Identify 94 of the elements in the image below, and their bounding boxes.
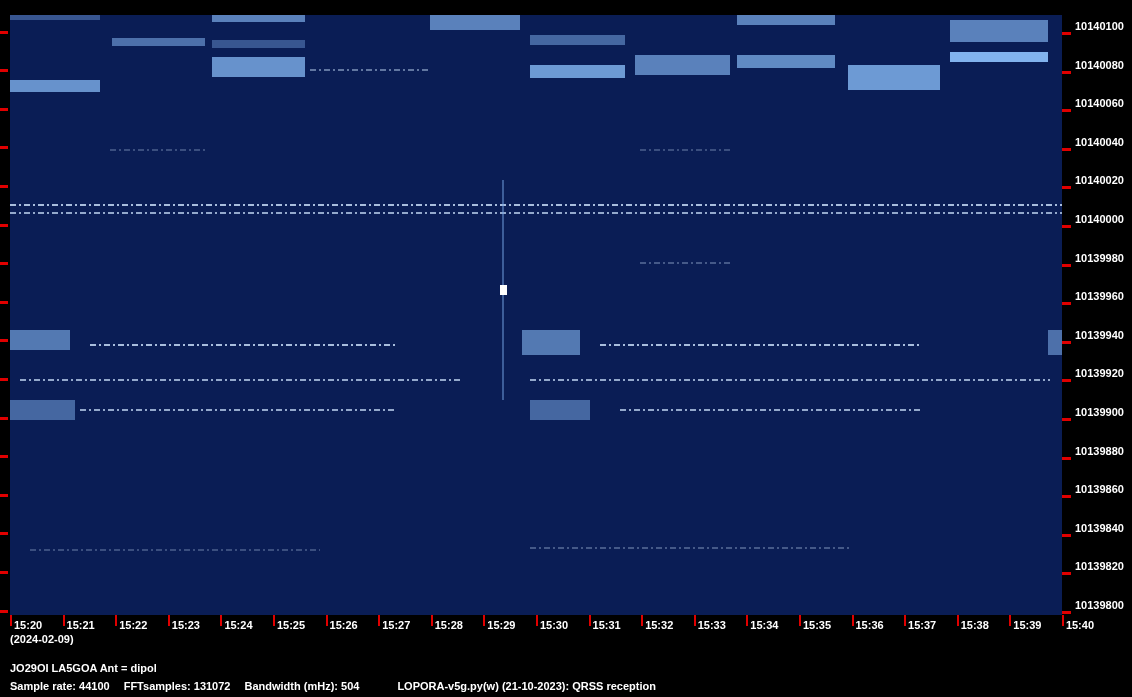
axis-tick	[483, 615, 486, 626]
axis-tick	[0, 609, 8, 613]
axis-tick	[1062, 456, 1071, 460]
axis-tick	[167, 615, 170, 626]
axis-tick	[0, 493, 8, 497]
time-label: 15:37	[908, 619, 937, 631]
axis-tick	[10, 615, 12, 626]
axis-tick	[1062, 379, 1071, 383]
axis-tick	[1062, 340, 1071, 344]
axis-tick	[1062, 109, 1071, 113]
axis-tick	[956, 615, 959, 626]
axis-tick	[535, 615, 538, 626]
axis-tick	[1062, 417, 1071, 421]
time-label: 15:27	[382, 619, 411, 631]
axis-tick	[0, 416, 8, 420]
axis-tick	[1062, 572, 1071, 576]
axis-tick	[1062, 495, 1071, 499]
time-label: 15:31	[592, 619, 621, 631]
frequency-label: 10139940	[1075, 328, 1124, 341]
frequency-label: 10140100	[1075, 20, 1124, 32]
reception-info: FFTsamples: 131072	[123, 680, 231, 693]
axis-tick	[272, 615, 275, 626]
axis-tick	[0, 339, 8, 343]
time-label: 15:35	[802, 619, 832, 631]
time-label: 15:25	[276, 619, 306, 631]
axis-tick	[1062, 32, 1071, 35]
time-label: 15:33	[697, 619, 726, 631]
axis-tick	[430, 615, 433, 626]
axis-tick	[0, 30, 8, 34]
frequency-label: 10139860	[1075, 483, 1124, 496]
time-label: 15:36	[855, 619, 884, 631]
reception-info: LOPORA-v5g.py(w) (21-10-2023): QRSS reception	[397, 680, 656, 693]
axis-tick	[746, 615, 749, 626]
axis-tick	[693, 615, 696, 626]
frequency-label: 10140080	[1075, 58, 1124, 71]
frequency-label: 10140020	[1075, 174, 1124, 187]
axis-tick	[1062, 533, 1071, 537]
time-label: 15:34	[750, 619, 779, 631]
axis-tick	[0, 184, 8, 188]
frequency-label: 10139900	[1075, 405, 1124, 418]
axis-tick	[0, 377, 8, 381]
axis-tick	[1062, 302, 1071, 306]
axis-tick	[378, 615, 381, 626]
frequency-label: 10139800	[1075, 598, 1124, 611]
time-label: 15:21	[66, 619, 95, 631]
date-label: (2024-02-09)	[9, 633, 75, 646]
axis-tick	[0, 107, 8, 111]
time-label: 15:38	[960, 619, 989, 631]
axis-tick	[0, 532, 8, 536]
frequency-label: 10140000	[1075, 212, 1124, 225]
axis-tick	[115, 615, 118, 626]
axis-tick	[0, 455, 8, 459]
axis-tick	[0, 570, 8, 574]
time-label: 15:28	[434, 619, 463, 631]
axis-tick	[62, 615, 65, 626]
axis-tick	[0, 69, 8, 73]
axis-tick	[1062, 263, 1071, 267]
frequency-label: 10139840	[1075, 521, 1124, 534]
time-label: 15:24	[224, 619, 253, 631]
axis-tick	[798, 615, 801, 626]
frequency-label: 10139960	[1075, 290, 1124, 303]
time-label: 15:39	[1013, 619, 1042, 631]
axis-tick	[588, 615, 591, 626]
reception-info: Bandwidth (mHz): 504	[244, 680, 360, 693]
time-label: 15:40	[1065, 619, 1094, 631]
time-label: 15:23	[171, 619, 200, 631]
time-label: 15:20	[14, 619, 43, 631]
axis-tick	[325, 615, 328, 626]
axis-tick	[641, 615, 644, 626]
axis-tick	[1062, 224, 1071, 228]
frequency-label: 10139880	[1075, 444, 1124, 457]
axis-tick	[0, 146, 8, 150]
axis-tick	[851, 615, 854, 626]
axis-tick	[1062, 70, 1071, 74]
frequency-label: 10139920	[1075, 367, 1124, 380]
axis-tick	[1062, 186, 1071, 190]
axis-tick	[904, 615, 907, 626]
time-label: 15:32	[645, 619, 674, 631]
frequency-label: 10139980	[1075, 251, 1124, 264]
axis-tick	[1009, 615, 1012, 626]
station-info: JO29OI LA5GOA Ant = dipol	[9, 662, 158, 675]
axis-tick	[1062, 147, 1071, 151]
time-label: 15:22	[119, 619, 148, 631]
frequency-label: 10140060	[1075, 97, 1124, 110]
axis-tick	[0, 223, 8, 227]
axis-tick	[220, 615, 223, 626]
axis-tick	[0, 262, 8, 266]
time-label: 15:30	[539, 619, 569, 631]
frequency-label: 10140040	[1075, 135, 1124, 148]
time-label: 15:26	[329, 619, 358, 631]
time-label: 15:29	[487, 619, 516, 631]
axis-tick	[0, 300, 8, 304]
reception-info: Sample rate: 44100	[10, 680, 110, 693]
frequency-label: 10139820	[1075, 560, 1124, 573]
